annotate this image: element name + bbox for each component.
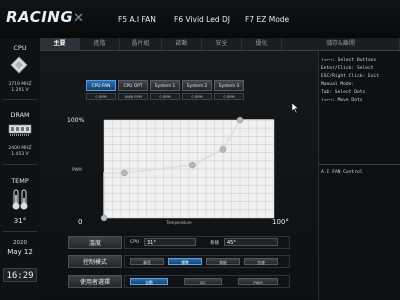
dram-voltage: 1.453 V xyxy=(11,152,29,157)
control-standard-button[interactable]: 標準 xyxy=(168,258,202,265)
fan-curve-chart[interactable]: 100% PWM 0 100° Temperature xyxy=(42,108,292,230)
fan-system2-button[interactable]: System 2 xyxy=(182,80,212,91)
f6-led-dj-link[interactable]: F6 Vivid Led DJ xyxy=(174,15,230,24)
fan-cpu-opt-button[interactable]: CPU OPT xyxy=(118,80,148,91)
cpu-temp-label: CPU xyxy=(130,240,140,245)
tab-optimize[interactable]: 優化 xyxy=(242,38,282,50)
temperature-row-label: 溫度 xyxy=(68,236,122,249)
curve-control-point[interactable] xyxy=(219,146,227,153)
x-axis-max-label: 100° xyxy=(272,218,289,226)
f5-ai-fan-link[interactable]: F5 A.I FAN xyxy=(118,15,156,24)
control-performance-button[interactable]: 效能 xyxy=(206,258,240,265)
x-axis-min-label: 0 xyxy=(78,218,82,226)
x-axis-label: Temperature xyxy=(165,220,192,225)
curve-start-point[interactable] xyxy=(100,214,108,222)
help-panel xyxy=(318,51,400,300)
fan-rpm-readout: 1666 RPM xyxy=(118,93,148,100)
system-temp-field: 45° xyxy=(224,238,278,246)
dram-title: DRAM xyxy=(10,111,30,119)
cpu-voltage: 1.201 V xyxy=(11,88,29,93)
temp-title: TEMP xyxy=(11,177,29,185)
date-year: 2020 xyxy=(13,240,27,246)
help-line: Manual Mode: xyxy=(321,82,355,87)
fan-system3-button[interactable]: System 3 xyxy=(214,80,244,91)
fan-rpm-readout: 0 RPM xyxy=(182,93,212,100)
control-full-speed-button[interactable]: 全速 xyxy=(244,258,278,265)
fan-rpm-readout: 0 RPM xyxy=(214,93,244,100)
cpu-temp-field: 31° xyxy=(144,238,196,246)
tab-advanced[interactable]: 進階 xyxy=(80,38,120,50)
mouse-cursor-icon xyxy=(291,98,300,114)
mode-pwm-button[interactable]: PWM xyxy=(238,278,278,285)
cpu-frequency: 3719 MHZ xyxy=(8,82,32,87)
y-axis-max-label: 100% xyxy=(67,117,84,124)
curve-control-point[interactable] xyxy=(236,116,244,124)
sidebar-divider xyxy=(3,99,37,100)
help-line: ↑↓←→: Move Dots xyxy=(321,98,363,103)
date-day: May 12 xyxy=(7,248,33,256)
system-temp-label: 系統 xyxy=(210,241,220,246)
fan-system1-button[interactable]: System 1 xyxy=(150,80,180,91)
mode-auto-button[interactable]: 自動 xyxy=(130,278,168,285)
help-divider xyxy=(318,164,400,165)
thermometer-icon xyxy=(10,189,30,211)
mode-dc-button[interactable]: DC xyxy=(184,278,222,285)
tab-security[interactable]: 安全 xyxy=(202,38,242,50)
dram-module-icon xyxy=(8,122,32,136)
help-line: ESC/Right Click: Exit xyxy=(321,74,380,79)
fan-rpm-readout: 0 RPM xyxy=(150,93,180,100)
fan-cpu-fan-button[interactable]: CPU FAN xyxy=(86,80,116,91)
clock-display: 16:29 xyxy=(3,268,37,282)
help-line: Enter/Click: Select xyxy=(321,66,374,71)
user-choice-label: 使用者選擇 xyxy=(68,275,122,288)
fan-rpm-readout: 0 RPM xyxy=(86,93,116,100)
cpu-chip-icon xyxy=(10,56,28,74)
help-line: ↑↓←→: Select Buttons xyxy=(321,58,377,63)
help-line: Tab: Select Dots xyxy=(321,90,366,95)
dram-frequency: 2400 MHZ xyxy=(8,146,32,151)
tab-chipset[interactable]: 晶片組 xyxy=(120,38,162,50)
help-section-title: A.I FAN Control xyxy=(321,170,363,175)
sidebar-divider xyxy=(3,231,37,232)
racing-logo: RACING✕ xyxy=(6,8,85,26)
f7-ez-mode-link[interactable]: F7 EZ Mode xyxy=(245,15,289,24)
cpu-title: CPU xyxy=(13,44,27,52)
sidebar xyxy=(0,38,41,300)
tab-save-exit[interactable]: 儲存&離開 xyxy=(282,38,400,50)
y-axis-label: PWM xyxy=(72,167,82,172)
curve-control-point[interactable] xyxy=(121,169,128,177)
control-silent-button[interactable]: 靜音 xyxy=(130,258,164,265)
curve-control-point[interactable] xyxy=(189,161,196,169)
temperature-value: 31° xyxy=(13,217,27,225)
tab-main[interactable]: 主要 xyxy=(40,38,80,50)
sidebar-divider xyxy=(3,164,37,165)
control-mode-label: 控制模式 xyxy=(68,255,122,268)
tab-boot[interactable]: 啟動 xyxy=(162,38,202,50)
